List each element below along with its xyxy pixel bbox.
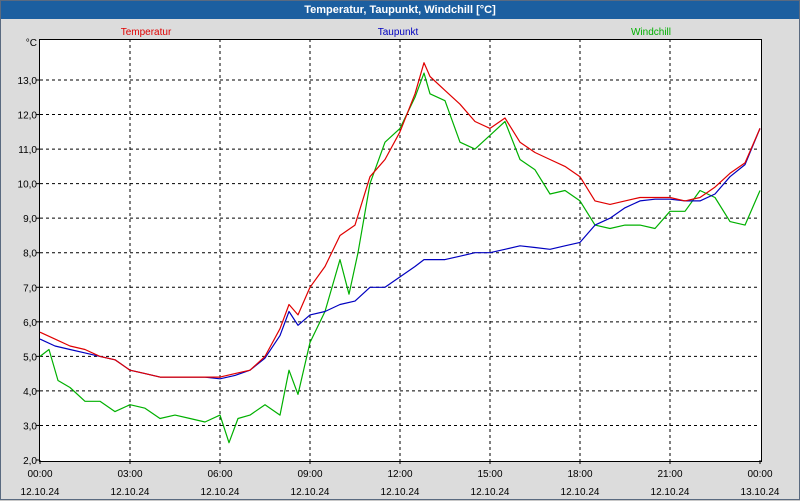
y-tick-label: 3,0 — [23, 421, 37, 432]
x-tick-date: 12.10.24 — [21, 487, 60, 498]
x-tick-date: 12.10.24 — [561, 487, 600, 498]
y-tick-label: 7,0 — [23, 283, 37, 294]
legend: Temperatur Taupunkt Windchill — [121, 27, 671, 38]
x-tick-time: 06:00 — [207, 469, 232, 480]
x-tick-time: 00:00 — [27, 469, 52, 480]
y-axis-label: °C — [26, 38, 37, 49]
x-tick-date: 12.10.24 — [381, 487, 420, 498]
x-tick-time: 09:00 — [297, 469, 322, 480]
y-tick-label: 11,0 — [18, 145, 37, 156]
chart-canvas: 2,0 3,0 4,0 5,0 6,0 7,0 8,0 9,0 10,0 11,0 12,0 13,0… — [18, 27, 780, 498]
x-tick-date: 12.10.24 — [651, 487, 690, 498]
y-tick-label: 4,0 — [23, 387, 37, 398]
y-tick-label: 12,0 — [18, 111, 38, 122]
legend-entry-taupunkt: Taupunkt — [378, 27, 419, 38]
y-tick-label: 8,0 — [23, 249, 37, 260]
x-tick-time: 03:00 — [117, 469, 142, 480]
x-tick-date: 13.10.24 — [741, 487, 780, 498]
y-axis-ticks: 2,0 3,0 4,0 5,0 6,0 7,0 8,0 9,0 10,0 11,0 12,0 13,0… — [18, 38, 40, 467]
legend-entry-windchill: Windchill — [631, 27, 671, 38]
y-tick-label: 13,0 — [18, 76, 38, 87]
y-tick-label: 9,0 — [23, 214, 37, 225]
chart-window: Temperatur, Taupunkt, Windchill [°C] 2,0… — [0, 0, 800, 500]
x-tick-time: 00:00 — [747, 469, 772, 480]
y-tick-label: 2,0 — [23, 456, 37, 467]
x-tick-date: 12.10.24 — [201, 487, 240, 498]
y-tick-label: 6,0 — [23, 318, 37, 329]
x-tick-time: 15:00 — [477, 469, 502, 480]
y-tick-label: 5,0 — [23, 352, 37, 363]
x-tick-date: 12.10.24 — [471, 487, 510, 498]
legend-entry-temperatur: Temperatur — [121, 27, 172, 38]
x-tick-time: 12:00 — [387, 469, 412, 480]
y-tick-label: 10,0 — [18, 180, 38, 191]
x-tick-date: 12.10.24 — [111, 487, 150, 498]
grid-lines — [40, 39, 760, 460]
x-tick-time: 21:00 — [657, 469, 682, 480]
x-axis-ticks: 00:00 12.10.24 03:00 12.10.24 06:00 12.10.24 0… — [21, 460, 780, 498]
x-tick-time: 18:00 — [567, 469, 592, 480]
x-tick-date: 12.10.24 — [291, 487, 330, 498]
